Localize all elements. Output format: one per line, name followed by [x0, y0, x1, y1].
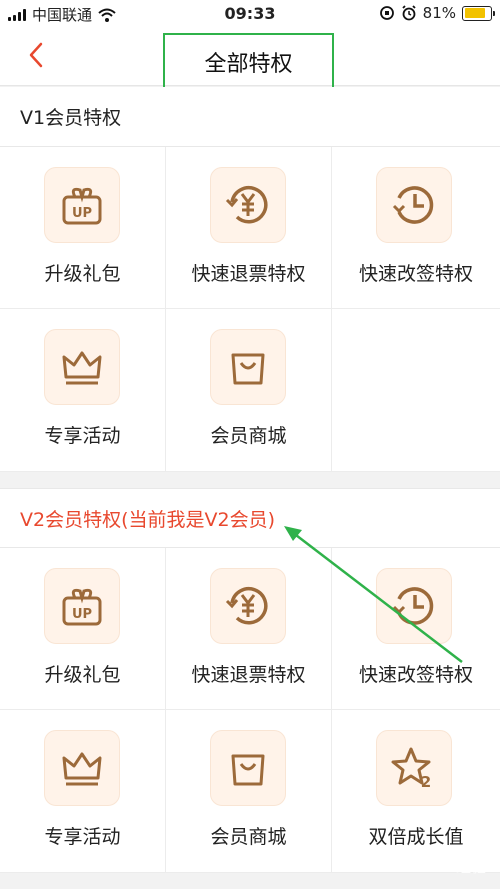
page-title: 全部特权 — [204, 51, 293, 77]
privilege-item[interactable]: UP 升级礼包 — [0, 147, 166, 309]
privilege-label: 快速退票特权 — [191, 263, 306, 285]
section-title: V2会员特权(当前我是V2会员) — [20, 508, 275, 531]
privilege-item[interactable]: 快速退票特权 — [166, 147, 332, 309]
gift-up-icon: UP — [62, 187, 102, 225]
section-title: V1会员特权 — [20, 107, 122, 129]
privilege-item[interactable]: 快速改签特权 — [332, 147, 500, 309]
privilege-item[interactable]: 2 双倍成长值 — [332, 710, 500, 873]
privilege-label: 专享活动 — [44, 425, 121, 447]
privilege-label: 快速退票特权 — [191, 664, 306, 686]
privilege-label: 快速改签特权 — [358, 263, 473, 285]
yen-refund-icon — [225, 186, 268, 224]
privilege-label: 会员商城 — [210, 425, 287, 447]
privilege-label: 会员商城 — [210, 826, 287, 848]
privilege-item[interactable]: 快速改签特权 — [332, 548, 500, 710]
privilege-label: 双倍成长值 — [368, 826, 464, 848]
privilege-label: 快速改签特权 — [358, 664, 473, 686]
privilege-item[interactable]: 快速退票特权 — [166, 548, 332, 710]
gift-up-icon: UP — [62, 588, 102, 626]
nav-bar: 全部特权 — [0, 28, 500, 90]
watermark: Bai 经验 — [427, 858, 486, 876]
back-chevron-icon[interactable] — [22, 40, 52, 70]
battery-icon — [462, 5, 495, 21]
crown-icon — [62, 752, 102, 786]
privilege-label: 升级礼包 — [44, 263, 121, 285]
status-bar: 中国联通 09:33 81% — [0, 0, 500, 28]
rotation-lock-icon — [379, 6, 394, 20]
privilege-item[interactable]: 会员商城 — [166, 710, 332, 873]
empty-cell — [332, 309, 500, 472]
privilege-grid-v2: UP 升级礼包 快速退票特权 快速改签特权 专享活动 会员商城 2 双倍成长值 — [0, 548, 500, 873]
yen-refund-icon — [225, 587, 268, 625]
star-double-icon: 2 — [391, 747, 431, 791]
privilege-item[interactable]: 专享活动 — [0, 710, 166, 873]
svg-text:2: 2 — [421, 773, 431, 791]
shopping-bag-icon — [231, 754, 265, 786]
section-header-v2: V2会员特权(当前我是V2会员) — [0, 488, 500, 548]
clock-reschedule-icon — [392, 186, 434, 224]
privilege-grid-v1: UP 升级礼包 快速退票特权 快速改签特权 专享活动 会员商城 — [0, 147, 500, 472]
title-highlight-box: 全部特权 — [163, 33, 334, 90]
privilege-item[interactable]: 专享活动 — [0, 309, 166, 472]
shopping-bag-icon — [231, 353, 265, 385]
crown-icon — [62, 351, 102, 385]
svg-text:UP: UP — [72, 607, 92, 622]
privilege-item[interactable]: 会员商城 — [166, 309, 332, 472]
privilege-item[interactable]: UP 升级礼包 — [0, 548, 166, 710]
battery-percent: 81% — [422, 4, 456, 22]
section-header-v1: V1会员特权 — [0, 87, 500, 147]
alarm-icon — [402, 5, 416, 21]
svg-text:UP: UP — [72, 206, 92, 221]
clock-reschedule-icon — [392, 587, 434, 625]
privilege-label: 升级礼包 — [44, 664, 121, 686]
privilege-label: 专享活动 — [44, 826, 121, 848]
